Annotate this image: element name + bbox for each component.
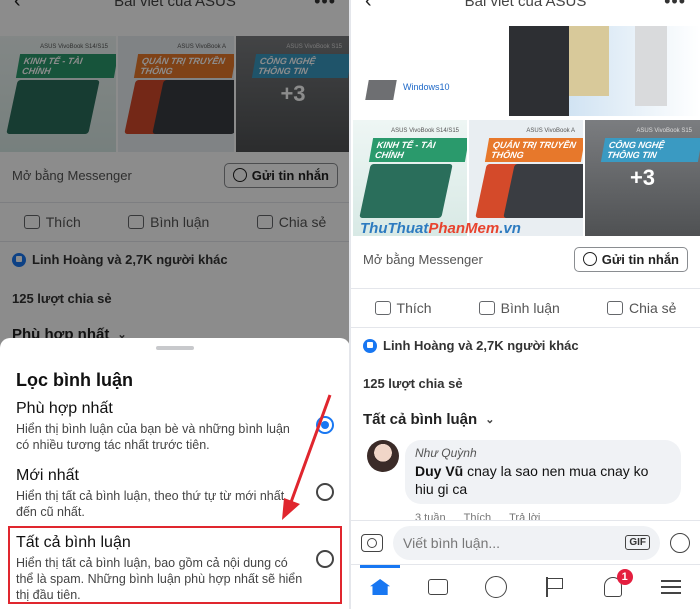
promo-image-3[interactable]: ASUS VivoBook S15 CÔNG NGHỆ THÔNG TIN +3 [585,120,700,236]
avatar[interactable] [367,440,399,472]
promo-brand-2: ASUS VivoBook A [526,128,575,134]
comment-button[interactable]: Bình luận [478,300,560,316]
comment-composer: Viết bình luận... GIF [351,520,700,564]
share-label: Chia sẻ [628,300,677,316]
thumbs-up-icon [374,301,391,315]
comment-label: Bình luận [500,300,560,316]
post-title: Bài viết của ASUS [464,0,587,10]
tab-notifications[interactable]: 1 [599,569,633,601]
annotation-arrow-icon [282,394,332,520]
emoji-icon[interactable] [670,532,690,553]
messenger-row: Mở bằng Messenger Gửi tin nhắn [351,244,700,274]
send-message-button[interactable]: Gửi tin nhắn [573,246,688,272]
comment-text: Duy Vũ cnay la sao nen mua cnay ko hiu g… [415,462,671,498]
comment-input[interactable]: Viết bình luận... GIF [393,525,660,560]
watermark: ThuThuatPhanMem.vn [360,220,521,237]
promo-image-1[interactable]: ASUS VivoBook S14/S15 KINH TẾ - TÀI CHÍN… [353,120,467,236]
laptop-image [359,164,453,218]
mention-link[interactable]: Duy Vũ [415,463,463,479]
notification-badge: 1 [616,569,633,585]
post-header: ‹ Bài viết của ASUS ••• [351,0,700,14]
tab-menu[interactable] [657,573,685,601]
right-screenshot: ‹ Bài viết của ASUS ••• Windows10 ASUS V… [351,0,700,609]
camera-icon[interactable] [361,533,383,552]
promo-tag-2: QUẢN TRỊ TRUYỀN THÔNG [484,138,583,162]
chevron-down-icon: ⌄ [485,414,495,426]
promo-brand-1: ASUS VivoBook S14/S15 [391,128,459,134]
person-figure [635,26,667,106]
current-filter-label: Tất cả bình luận [363,411,478,428]
watermark-part-2: PhanMem [428,220,500,237]
flag-icon [545,577,564,597]
watermark-part-1: ThuThuat [360,220,429,237]
like-reaction-icon [363,338,377,353]
laptop-image [503,164,583,218]
send-message-label: Gửi tin nhắn [601,251,679,267]
tab-groups[interactable] [482,573,510,601]
comment-filter-toggle[interactable]: Tất cả bình luận ⌄ [363,411,494,428]
windows-logo-text: Windows10 [403,82,450,92]
back-arrow-icon[interactable]: ‹ [365,0,372,13]
home-icon [370,579,391,595]
hero-image[interactable]: Windows10 [359,26,700,116]
like-button[interactable]: Thích [374,300,432,316]
share-icon [606,301,623,315]
reactions-text: Linh Hoàng và 2,7K người khác [383,338,579,353]
tab-watch[interactable] [424,573,452,601]
messenger-icon [582,252,597,266]
comment-author[interactable]: Như Quỳnh [415,446,671,460]
open-with-messenger-label: Mở bằng Messenger [363,251,483,267]
tab-home[interactable] [360,565,401,601]
more-photos-count: +3 [629,165,656,190]
reactions-summary[interactable]: Linh Hoàng và 2,7K người khác [363,338,579,353]
promo-image-2[interactable]: ASUS VivoBook A QUẢN TRỊ TRUYỀN THÔNG [469,120,583,236]
gif-icon[interactable]: GIF [625,535,650,550]
comment-bubble[interactable]: Như Quỳnh Duy Vũ cnay la sao nen mua cna… [405,440,681,504]
video-icon [428,579,449,595]
groups-icon [485,576,508,598]
shares-count[interactable]: 125 lượt chia sẻ [363,376,463,391]
bottom-tab-bar: 1 [351,564,700,609]
like-label: Thích [396,300,432,316]
person-figure [569,26,609,96]
more-options-icon[interactable]: ••• [664,0,686,12]
watermark-part-3: .vn [499,220,521,237]
hamburger-menu-icon [660,580,681,594]
tab-pages[interactable] [541,573,569,601]
person-figure [509,26,569,116]
comment-icon [478,301,495,315]
share-button[interactable]: Chia sẻ [606,300,677,316]
comment-placeholder: Viết bình luận... [403,534,501,551]
post-actions: Thích Bình luận Chia sẻ [351,288,700,328]
laptop-image [365,80,397,100]
promo-tag-1: KINH TẾ - TÀI CHÍNH [368,138,467,162]
